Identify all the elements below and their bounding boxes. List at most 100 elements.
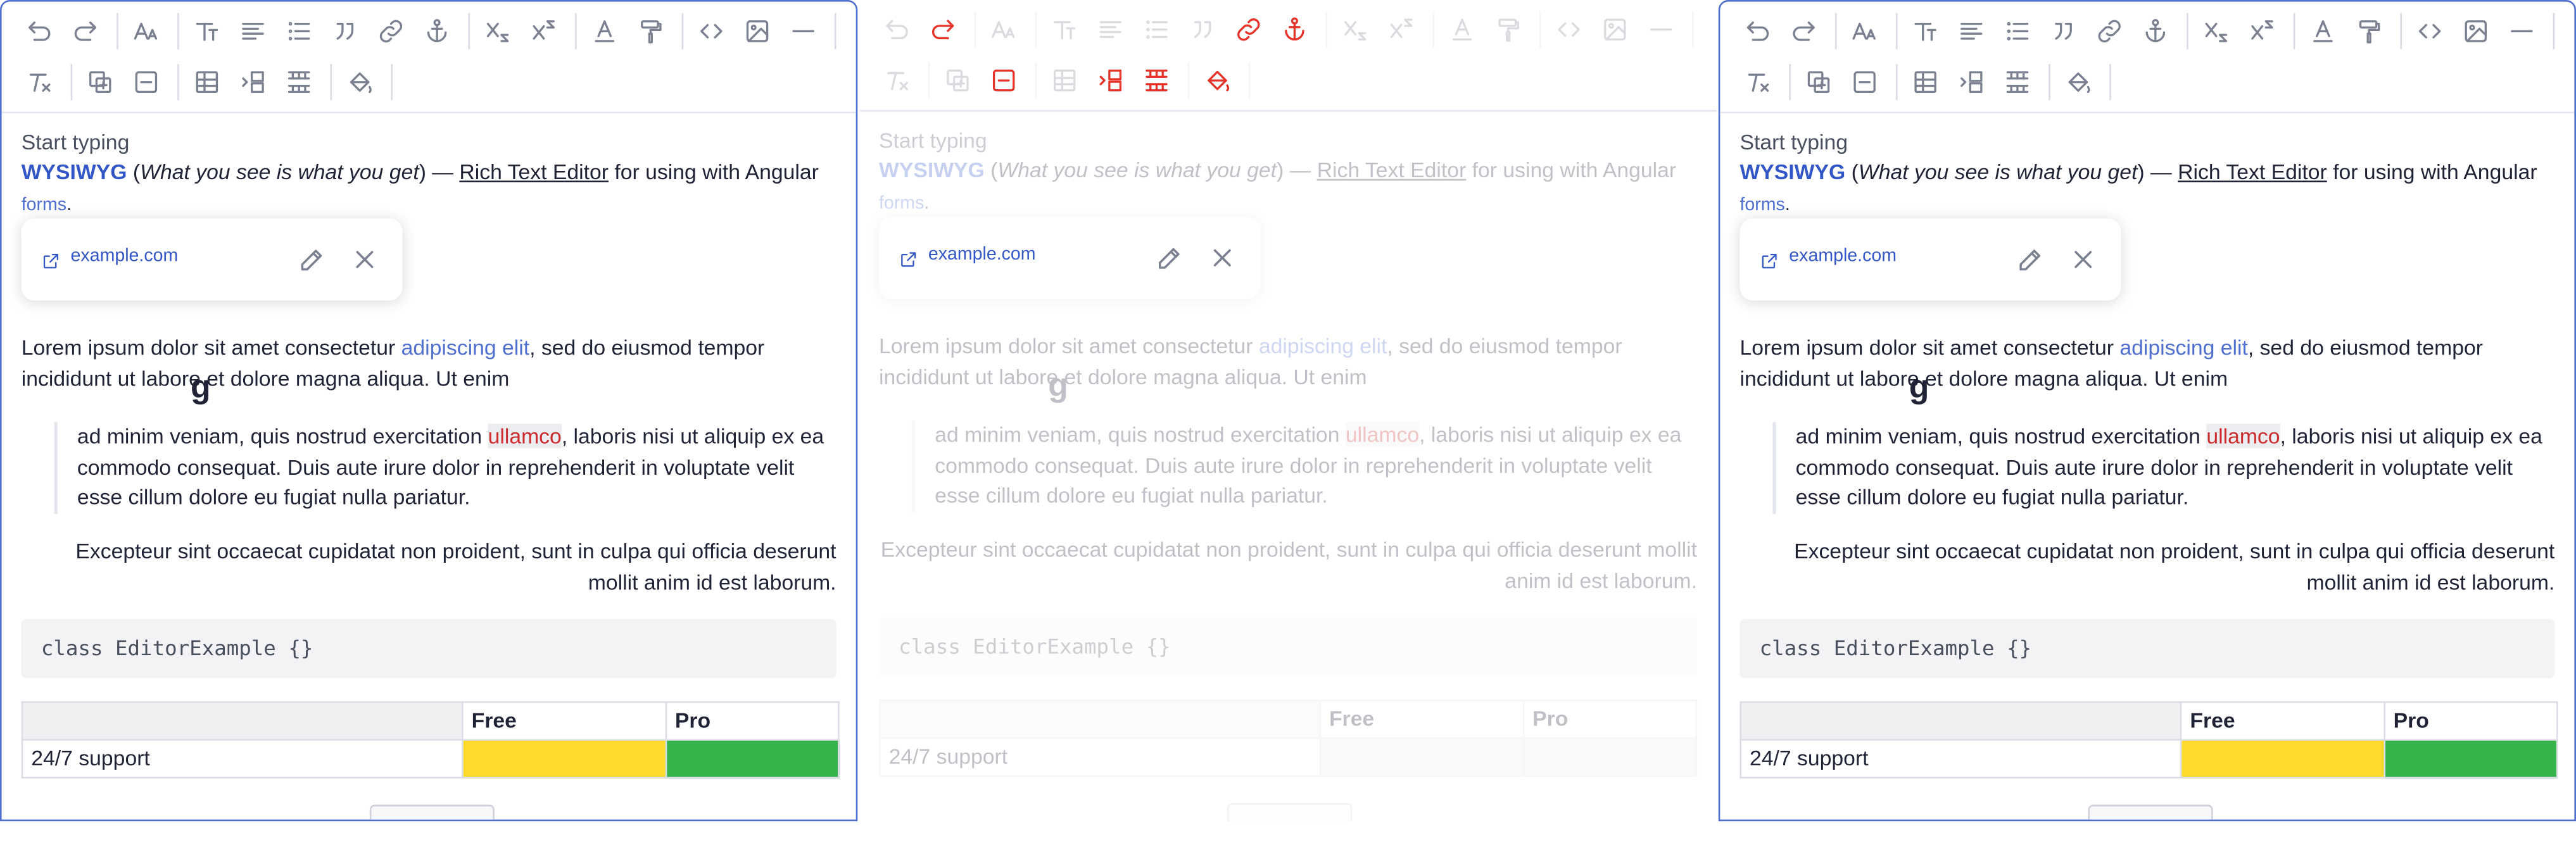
code-icon[interactable]: [1548, 8, 1590, 51]
code-icon[interactable]: [2408, 10, 2451, 53]
insert-column-icon[interactable]: [232, 61, 274, 103]
paint-format-icon[interactable]: [629, 10, 672, 53]
align-icon[interactable]: [1089, 8, 1132, 51]
table-control-button[interactable]: [2088, 805, 2213, 820]
cell-color-icon[interactable]: [338, 61, 381, 103]
forms-link[interactable]: forms: [879, 194, 924, 213]
clear-format-icon[interactable]: [876, 59, 918, 101]
image-icon[interactable]: [2454, 10, 2497, 53]
table-cell-pro[interactable]: [665, 739, 840, 779]
text-style-icon[interactable]: [1904, 10, 1947, 53]
edit-link-icon[interactable]: [2016, 245, 2045, 275]
forms-link[interactable]: forms: [22, 196, 66, 215]
adipiscing-link[interactable]: adipiscing elit: [2119, 335, 2247, 360]
undo-icon[interactable]: [876, 8, 918, 51]
insert-table-icon[interactable]: [79, 61, 122, 103]
table-header-cell[interactable]: Free: [462, 701, 667, 741]
table-icon[interactable]: [1043, 59, 1085, 101]
cell-color-icon[interactable]: [2057, 61, 2099, 103]
table-cell-free[interactable]: [1319, 737, 1525, 777]
table-header-cell[interactable]: Pro: [2383, 701, 2558, 741]
link-popup-url[interactable]: example.com: [928, 245, 1036, 265]
subscript-icon[interactable]: [2195, 10, 2237, 53]
table-cell[interactable]: 24/7 support: [879, 737, 1321, 777]
link-icon[interactable]: [370, 10, 412, 53]
text-color-icon[interactable]: [2302, 10, 2344, 53]
redo-icon[interactable]: [64, 10, 106, 53]
undo-icon[interactable]: [1736, 10, 1779, 53]
horizontal-rule-icon[interactable]: [2501, 10, 2543, 53]
superscript-icon[interactable]: [522, 10, 565, 53]
table-header-cell[interactable]: Pro: [1522, 699, 1698, 739]
table-header-cell[interactable]: [879, 699, 1321, 739]
anchor-icon[interactable]: [2134, 10, 2176, 53]
text-style-icon[interactable]: [186, 10, 228, 53]
link-popup-url[interactable]: example.com: [1789, 246, 1897, 266]
align-icon[interactable]: [232, 10, 274, 53]
table-header-cell[interactable]: Pro: [665, 701, 840, 741]
redo-icon[interactable]: [1783, 10, 1825, 53]
delete-table-icon[interactable]: [982, 59, 1025, 101]
link-icon[interactable]: [2088, 10, 2130, 53]
font-size-icon[interactable]: [1843, 10, 1886, 53]
delete-table-icon[interactable]: [1843, 61, 1886, 103]
table-cell-pro[interactable]: [2383, 739, 2558, 779]
horizontal-rule-icon[interactable]: [782, 10, 824, 53]
clear-format-icon[interactable]: [18, 61, 61, 103]
table-cell[interactable]: 24/7 support: [21, 739, 464, 779]
table-control-button[interactable]: [1227, 803, 1353, 822]
anchor-icon[interactable]: [1273, 8, 1316, 51]
close-icon[interactable]: [350, 245, 380, 275]
table-header-cell[interactable]: Free: [2180, 701, 2385, 741]
image-icon[interactable]: [736, 10, 778, 53]
text-style-icon[interactable]: [1043, 8, 1085, 51]
subscript-icon[interactable]: [1334, 8, 1377, 51]
table-icon[interactable]: [186, 61, 228, 103]
rich-text-editor-link[interactable]: Rich Text Editor: [2178, 160, 2327, 184]
horizontal-rule-icon[interactable]: [1639, 8, 1682, 51]
table-header-cell[interactable]: [1739, 701, 2182, 741]
rich-text-editor-link[interactable]: Rich Text Editor: [459, 160, 609, 184]
clear-format-icon[interactable]: [1736, 61, 1779, 103]
code-icon[interactable]: [690, 10, 733, 53]
list-icon[interactable]: [1135, 8, 1178, 51]
rich-text-editor-link[interactable]: Rich Text Editor: [1317, 158, 1467, 182]
text-color-icon[interactable]: [583, 10, 626, 53]
link-popup-url[interactable]: example.com: [71, 246, 179, 266]
table-cell[interactable]: 24/7 support: [1739, 739, 2182, 779]
table-control-button[interactable]: [369, 805, 495, 820]
superscript-icon[interactable]: [1380, 8, 1422, 51]
redo-icon[interactable]: [921, 8, 964, 51]
edit-link-icon[interactable]: [298, 245, 327, 275]
table-cell-pro[interactable]: [1522, 737, 1698, 777]
font-size-icon[interactable]: [982, 8, 1025, 51]
quote-icon[interactable]: [2042, 10, 2085, 53]
insert-column-icon[interactable]: [1950, 61, 1993, 103]
close-icon[interactable]: [2068, 245, 2098, 275]
adipiscing-link[interactable]: adipiscing elit: [401, 335, 529, 360]
delete-table-icon[interactable]: [125, 61, 167, 103]
paint-format-icon[interactable]: [2347, 10, 2390, 53]
font-size-icon[interactable]: [125, 10, 167, 53]
insert-table-icon[interactable]: [1797, 61, 1840, 103]
anchor-icon[interactable]: [415, 10, 458, 53]
table-cell-free[interactable]: [462, 739, 667, 779]
paint-format-icon[interactable]: [1487, 8, 1529, 51]
image-icon[interactable]: [1594, 8, 1636, 51]
insert-column-icon[interactable]: [1089, 59, 1132, 101]
subscript-icon[interactable]: [476, 10, 519, 53]
table-header-cell[interactable]: [21, 701, 464, 741]
insert-table-icon[interactable]: [937, 59, 979, 101]
forms-link[interactable]: forms: [1739, 196, 1784, 215]
list-icon[interactable]: [277, 10, 320, 53]
merge-cells-icon[interactable]: [1135, 59, 1178, 101]
text-color-icon[interactable]: [1441, 8, 1483, 51]
edit-link-icon[interactable]: [1155, 243, 1185, 273]
list-icon[interactable]: [1996, 10, 2038, 53]
close-icon[interactable]: [1208, 243, 1237, 273]
link-icon[interactable]: [1227, 8, 1270, 51]
table-cell-free[interactable]: [2180, 739, 2385, 779]
adipiscing-link[interactable]: adipiscing elit: [1259, 334, 1387, 358]
undo-icon[interactable]: [18, 10, 61, 53]
table-icon[interactable]: [1904, 61, 1947, 103]
